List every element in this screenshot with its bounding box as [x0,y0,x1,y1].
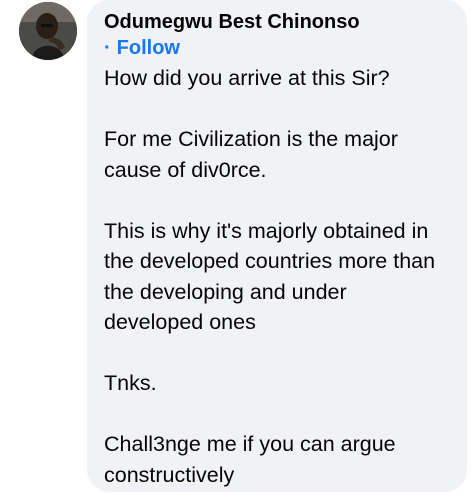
author-name[interactable]: Odumegwu Best Chinonso [104,9,451,35]
comment-text: How did you arrive at this Sir? For me C… [104,63,451,490]
follow-button[interactable]: Follow [117,37,180,59]
comment: Odumegwu Best Chinonso · Follow How did y… [0,0,475,494]
comment-paragraph: Chall3nge me if you can argue constructi… [104,432,396,487]
comment-paragraph: This is why it's majorly obtained in the… [104,218,436,335]
separator-dot: · [104,37,111,59]
comment-paragraph: For me Civilization is the major cause o… [104,127,398,182]
avatar[interactable] [19,2,77,60]
follow-row: · Follow [104,35,451,61]
comment-paragraph: Tnks. [104,371,157,395]
profile-photo-icon [19,2,77,60]
comment-paragraph: How did you arrive at this Sir? [104,66,390,90]
comment-bubble: Odumegwu Best Chinonso · Follow How did y… [87,0,467,492]
